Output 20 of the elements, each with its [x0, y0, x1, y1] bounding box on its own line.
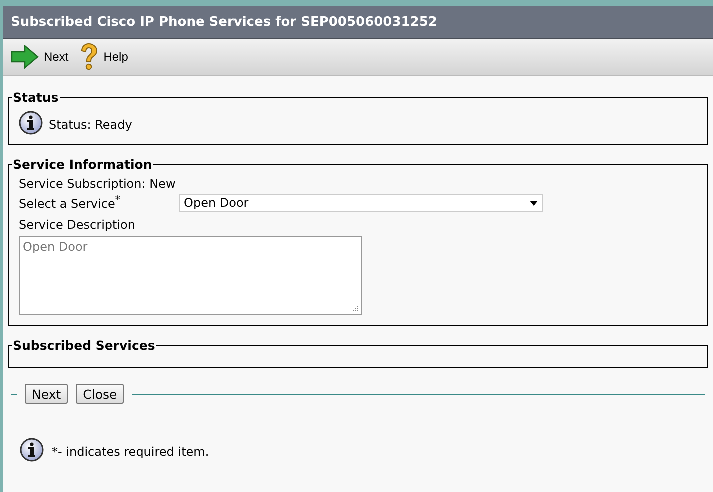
- help-icon: [78, 43, 99, 71]
- info-icon: [20, 438, 44, 462]
- right-arrow-icon: [11, 45, 39, 69]
- next-button[interactable]: Next: [25, 384, 68, 404]
- help-button[interactable]: Help: [78, 43, 128, 71]
- window-title: Subscribed Cisco IP Phone Services for SEP005060031252: [3, 6, 713, 39]
- subscription-text: Service Subscription: New: [19, 177, 177, 191]
- field-label: Select a Service$^{*}$: [19, 197, 120, 211]
- close-button[interactable]: Close: [76, 384, 124, 404]
- status-text: Status: Ready: [49, 118, 132, 132]
- section-title: Service Information: [12, 157, 154, 172]
- field-label: Service Description: [19, 218, 137, 232]
- info-icon: [19, 111, 43, 135]
- next-button[interactable]: Next: [11, 45, 69, 69]
- caret-icon: [530, 200, 538, 206]
- service-dropdown[interactable]: Open Door: [179, 194, 543, 212]
- section-title: Status: [12, 90, 60, 105]
- note-text: *- indicates required item.: [52, 444, 210, 458]
- description-field[interactable]: Open Door: [19, 236, 362, 315]
- section-title: Subscribed Services: [12, 338, 156, 353]
